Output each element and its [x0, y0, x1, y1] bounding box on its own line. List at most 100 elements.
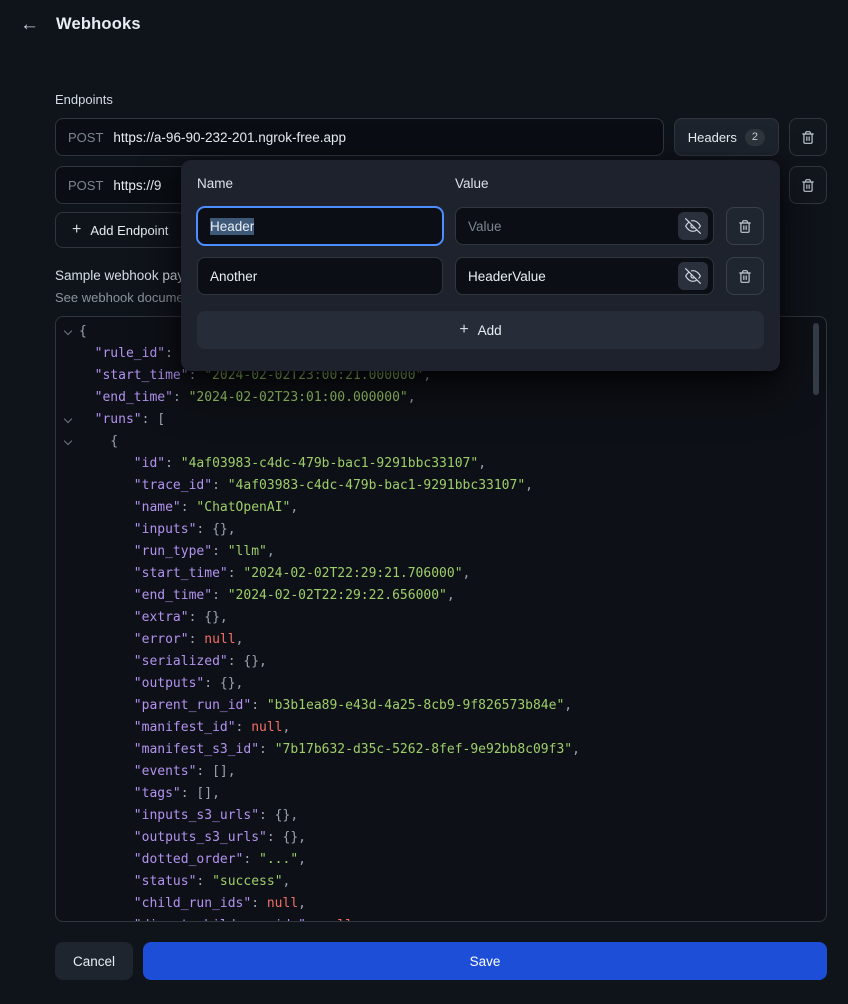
fold-chevron-icon[interactable]	[56, 431, 79, 453]
code-token: "extra"	[134, 610, 189, 625]
code-token: "runs"	[95, 412, 142, 427]
delete-header-button[interactable]	[726, 207, 764, 245]
code-token: : [	[142, 412, 165, 427]
code-token: :	[212, 588, 228, 603]
header-name-input[interactable]: Another	[197, 257, 443, 295]
code-line-text: "outputs_s3_urls": {},	[79, 827, 306, 849]
code-token	[79, 390, 95, 405]
header-row: Another HeaderValue	[197, 257, 764, 295]
code-token	[79, 918, 134, 922]
back-arrow-icon[interactable]: ←	[20, 15, 39, 34]
toggle-value-visibility-button[interactable]	[678, 262, 708, 290]
code-line-text: "trace_id": "4af03983-c4dc-479b-bac1-929…	[79, 475, 533, 497]
code-line-text: "runs": [	[79, 409, 165, 431]
code-token: ,	[572, 742, 580, 757]
code-token: ,	[236, 632, 244, 647]
toggle-value-visibility-button[interactable]	[678, 212, 708, 240]
code-token: ,	[463, 566, 471, 581]
code-token: : {},	[196, 522, 235, 537]
code-gutter	[56, 607, 79, 629]
code-token: "tags"	[134, 786, 181, 801]
code-line: "tags": [],	[56, 783, 826, 805]
code-token: ,	[283, 874, 291, 889]
code-line: "runs": [	[56, 409, 826, 431]
delete-endpoint-button[interactable]	[789, 166, 827, 204]
code-token	[79, 456, 134, 471]
code-content: { "rule_id": "start_time": "2024-02-02T2…	[56, 317, 826, 922]
code-gutter	[56, 673, 79, 695]
code-token	[79, 522, 134, 537]
code-token	[79, 852, 134, 867]
code-token: "run_type"	[134, 544, 212, 559]
code-line: "start_time": "2024-02-02T22:29:21.70600…	[56, 563, 826, 585]
code-scrollbar-thumb[interactable]	[813, 323, 819, 395]
code-token: null	[251, 720, 282, 735]
eye-off-icon	[685, 268, 701, 284]
code-line-text: "status": "success",	[79, 871, 290, 893]
code-token	[79, 412, 95, 427]
code-gutter	[56, 827, 79, 849]
code-line-text: "manifest_id": null,	[79, 717, 290, 739]
code-gutter	[56, 915, 79, 922]
code-line: {	[56, 431, 826, 453]
code-token: "b3b1ea89-e43d-4a25-8cb9-9f826573b84e"	[267, 698, 564, 713]
code-token: :	[196, 874, 212, 889]
headers-button[interactable]: Headers 2	[674, 118, 779, 156]
code-line: "child_run_ids": null,	[56, 893, 826, 915]
add-header-button[interactable]: + Add	[197, 311, 764, 349]
code-token	[79, 632, 134, 647]
header-value-input[interactable]: HeaderValue	[455, 257, 714, 295]
add-endpoint-button[interactable]: + Add Endpoint	[55, 212, 185, 248]
code-token: "outputs"	[134, 676, 204, 691]
code-gutter	[56, 849, 79, 871]
popup-name-column-label: Name	[197, 176, 455, 191]
code-gutter	[56, 783, 79, 805]
code-token: "manifest_s3_id"	[134, 742, 259, 757]
header-name-selected-text: Header	[210, 218, 254, 235]
http-method-label: POST	[68, 130, 103, 145]
code-line-text: "direct_child_run_ids": null,	[79, 915, 361, 922]
code-token: "success"	[212, 874, 282, 889]
fold-chevron-icon[interactable]	[56, 321, 79, 343]
code-token	[79, 588, 134, 603]
code-line-text: "dotted_order": "...",	[79, 849, 306, 871]
fold-chevron-icon[interactable]	[56, 409, 79, 431]
cancel-button[interactable]: Cancel	[55, 942, 133, 980]
code-token: null	[322, 918, 353, 922]
code-gutter	[56, 519, 79, 541]
code-token: "id"	[134, 456, 165, 471]
code-line: "inputs_s3_urls": {},	[56, 805, 826, 827]
code-line: "extra": {},	[56, 607, 826, 629]
http-method-label: POST	[68, 178, 103, 193]
header-name-input[interactable]: Header	[197, 207, 443, 245]
endpoint-url-input[interactable]: POST https://a-96-90-232-201.ngrok-free.…	[55, 118, 664, 156]
save-button[interactable]: Save	[143, 942, 827, 980]
code-token: "4af03983-c4dc-479b-bac1-9291bbc33107"	[181, 456, 478, 471]
code-token: "llm"	[228, 544, 267, 559]
code-token: ,	[283, 720, 291, 735]
code-token: :	[165, 346, 181, 361]
code-token: ,	[267, 544, 275, 559]
code-token	[79, 676, 134, 691]
header-value-input[interactable]: Value	[455, 207, 714, 245]
code-token: ,	[564, 698, 572, 713]
code-gutter	[56, 717, 79, 739]
code-token: "direct_child_run_ids"	[134, 918, 306, 922]
popup-value-column-label: Value	[455, 176, 489, 191]
code-line-text: "end_time": "2024-02-02T22:29:22.656000"…	[79, 585, 455, 607]
code-token: "status"	[134, 874, 197, 889]
code-line: "trace_id": "4af03983-c4dc-479b-bac1-929…	[56, 475, 826, 497]
delete-header-button[interactable]	[726, 257, 764, 295]
code-token	[79, 368, 95, 383]
code-token: :	[251, 698, 267, 713]
code-token: ,	[447, 588, 455, 603]
code-token: "inputs"	[134, 522, 197, 537]
code-line: "serialized": {},	[56, 651, 826, 673]
code-token	[79, 764, 134, 779]
code-line-text: "name": "ChatOpenAI",	[79, 497, 298, 519]
delete-endpoint-button[interactable]	[789, 118, 827, 156]
code-line: "end_time": "2024-02-02T22:29:22.656000"…	[56, 585, 826, 607]
code-token: "4af03983-c4dc-479b-bac1-9291bbc33107"	[228, 478, 525, 493]
page-title: Webhooks	[56, 15, 141, 34]
header-name-text: Another	[210, 269, 257, 284]
